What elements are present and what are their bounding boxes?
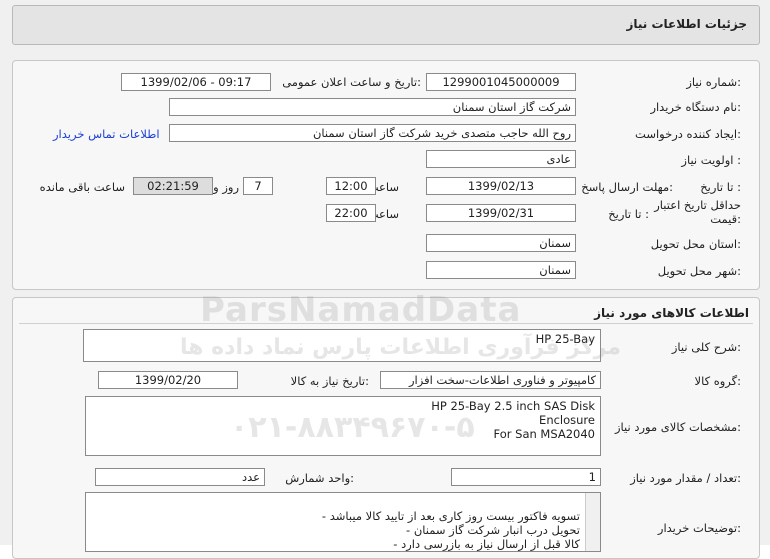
quantity-field[interactable]: 1	[451, 468, 601, 486]
buyer-contact-link[interactable]: اطلاعات تماس خریدار	[53, 127, 160, 141]
validity-date-field[interactable]: 1399/02/31	[426, 204, 576, 222]
unit-label: واحد شمارش:	[285, 471, 354, 485]
announce-datetime-field[interactable]: 1399/02/06 - 09:17	[121, 73, 271, 91]
city-label: شهر محل تحویل:	[657, 264, 741, 278]
goods-section-title: اطلاعات کالاهای مورد نیاز	[594, 306, 749, 320]
need-number-label: شماره نیاز:	[686, 75, 741, 89]
goods-panel: اطلاعات کالاهای مورد نیاز شرح کلی نیاز: …	[12, 297, 760, 559]
specifications-field[interactable]: HP 25-Bay 2.5 inch SAS Disk Enclosure Fo…	[85, 396, 601, 456]
quantity-label: تعداد / مقدار مورد نیاز:	[630, 471, 741, 485]
need-date-field[interactable]: 1399/02/20	[98, 371, 238, 389]
reply-deadline-label: مهلت ارسال پاسخ:	[581, 180, 673, 194]
unit-field[interactable]: عدد	[95, 468, 265, 486]
hours-remaining-label: ساعت باقی مانده	[39, 180, 125, 194]
page-title: جزئیات اطلاعات نیاز	[626, 17, 747, 31]
days-remaining-field[interactable]: 7	[243, 177, 273, 195]
notes-scrollbar[interactable]	[585, 493, 600, 551]
creator-field[interactable]: روح الله حاجب متصدی خرید شرکت گاز استان …	[169, 124, 576, 142]
need-details-panel: شماره نیاز: 1299001045000009 تاریخ و ساع…	[12, 60, 760, 290]
need-date-label: تاریخ نیاز به کالا:	[290, 374, 369, 388]
day-and-label: روز و	[213, 180, 239, 194]
buyer-notes-label: توضیحات خریدار:	[657, 521, 741, 535]
reply-to-date-label: تا تاریخ :	[700, 180, 741, 194]
page-header: جزئیات اطلاعات نیاز	[12, 5, 760, 45]
province-field[interactable]: سمنان	[426, 234, 576, 252]
buyer-notes-field[interactable]: - تسویه فاکتور بیست روز کاری بعد از تایی…	[85, 492, 601, 552]
specifications-label: مشخصات کالای مورد نیاز:	[614, 420, 741, 434]
city-field[interactable]: سمنان	[426, 261, 576, 279]
reply-time-field[interactable]: 12:00	[326, 177, 376, 195]
priority-field[interactable]: عادی	[426, 150, 576, 168]
validity-time-field[interactable]: 22:00	[326, 204, 376, 222]
reply-date-field[interactable]: 1399/02/13	[426, 177, 576, 195]
announce-datetime-label: تاریخ و ساعت اعلان عمومی:	[282, 75, 421, 89]
province-label: استان محل تحویل:	[650, 237, 741, 251]
price-validity-label: حداقل تاریخ اعتبار قیمت:	[654, 198, 741, 226]
section-divider	[19, 323, 753, 324]
goods-group-label: گروه کالا:	[694, 374, 741, 388]
general-description-label: شرح کلی نیاز:	[671, 340, 741, 354]
priority-label: اولویت نیاز :	[681, 153, 741, 167]
buyer-notes-text: - تسویه فاکتور بیست روز کاری بعد از تایی…	[321, 509, 580, 551]
page-background: جزئیات اطلاعات نیاز شماره نیاز: 12990010…	[0, 0, 770, 559]
buyer-org-field[interactable]: شرکت گاز استان سمنان	[169, 98, 576, 116]
general-description-field[interactable]: HP 25-Bay	[83, 329, 601, 362]
buyer-org-label: نام دستگاه خریدار:	[650, 100, 741, 114]
validity-to-date-label: تا تاریخ :	[608, 207, 649, 221]
countdown-timer: 02:21:59	[133, 177, 213, 195]
creator-label: ایجاد کننده درخواست:	[635, 127, 741, 141]
need-number-field[interactable]: 1299001045000009	[426, 73, 576, 91]
goods-group-field[interactable]: کامپیوتر و فناوری اطلاعات-سخت افزار	[380, 371, 601, 389]
